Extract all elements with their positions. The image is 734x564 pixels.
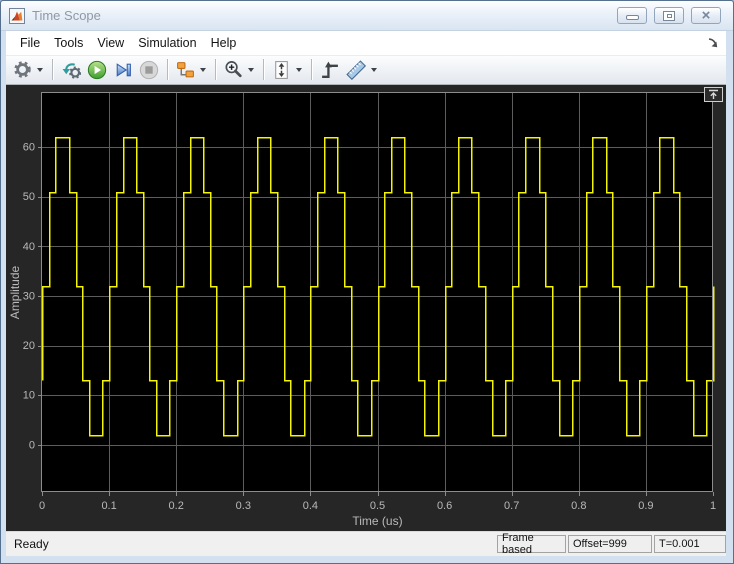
zoom-dropdown-caret[interactable] bbox=[248, 67, 254, 72]
zoom-in-button[interactable] bbox=[221, 58, 258, 82]
gear-icon bbox=[14, 61, 31, 78]
measurements-dropdown-caret[interactable] bbox=[371, 67, 377, 72]
dock-arrow-icon[interactable] bbox=[706, 36, 720, 50]
minimize-icon bbox=[625, 15, 639, 20]
matlab-logo-icon bbox=[9, 7, 25, 24]
y-tick-label: 40 bbox=[23, 240, 35, 252]
toolbar-separator bbox=[167, 59, 168, 81]
x-tick-label: 0.4 bbox=[303, 500, 318, 512]
x-tick-label: 0.2 bbox=[169, 500, 184, 512]
scale-y-axis-icon bbox=[275, 60, 288, 79]
signal-selector-button[interactable] bbox=[173, 58, 210, 82]
cursor-measurements-button[interactable] bbox=[343, 58, 381, 82]
maximize-button[interactable] bbox=[654, 7, 684, 24]
y-tick-label: 20 bbox=[23, 340, 35, 352]
x-tick-label: 0.7 bbox=[504, 500, 519, 512]
triggers-button[interactable] bbox=[317, 58, 343, 82]
status-frame-based: Frame based bbox=[497, 532, 566, 556]
x-tick-label: 0.8 bbox=[571, 500, 586, 512]
minimize-button[interactable] bbox=[617, 7, 647, 24]
menu-simulation[interactable]: Simulation bbox=[131, 32, 203, 54]
scale-axes-button[interactable] bbox=[269, 58, 306, 82]
y-tick-label: 10 bbox=[23, 389, 35, 401]
toolbar-separator bbox=[263, 59, 264, 81]
menu-tools[interactable]: Tools bbox=[47, 32, 90, 54]
toolbar-separator bbox=[52, 59, 53, 81]
menu-file[interactable]: File bbox=[13, 32, 47, 54]
zoom-in-icon bbox=[225, 61, 242, 78]
time-scope-window: Time Scope × File Tools View Simulation … bbox=[0, 0, 734, 564]
titlebar: Time Scope × bbox=[1, 1, 733, 31]
close-button[interactable]: × bbox=[691, 7, 721, 24]
scope-display-panel: 0 0.1 0.2 0.3 0.4 0.5 0.6 0.7 0.8 0.9 1 0 10 20 30 40 50… bbox=[6, 84, 726, 532]
x-tick-label: 0 bbox=[39, 500, 45, 512]
step-back-gear-icon bbox=[62, 63, 81, 79]
step-forward-button[interactable] bbox=[110, 58, 136, 82]
status-offset: Offset=999 bbox=[568, 535, 652, 554]
y-tick-label: 50 bbox=[23, 191, 35, 203]
signal-selector-icon bbox=[177, 62, 194, 78]
maximize-icon bbox=[663, 10, 675, 21]
x-tick-label: 1 bbox=[710, 500, 716, 512]
x-tick-label: 0.9 bbox=[638, 500, 653, 512]
run-button[interactable] bbox=[84, 58, 110, 82]
scale-axes-dropdown-caret[interactable] bbox=[296, 67, 302, 72]
x-tick-label: 0.1 bbox=[101, 500, 116, 512]
toolbar-separator bbox=[311, 59, 312, 81]
trigger-step-icon bbox=[322, 61, 338, 78]
ruler-icon bbox=[346, 59, 366, 80]
x-tick-label: 0.3 bbox=[236, 500, 251, 512]
stop-icon bbox=[139, 60, 159, 79]
status-bar: Ready Frame based Offset=999 T=0.001 bbox=[6, 531, 726, 556]
settings-dropdown-caret[interactable] bbox=[37, 67, 43, 72]
menu-bar: File Tools View Simulation Help bbox=[6, 31, 726, 56]
window-controls: × bbox=[617, 7, 721, 24]
close-icon: × bbox=[701, 6, 711, 24]
x-tick-label: 0.5 bbox=[370, 500, 385, 512]
dock-axes-button[interactable] bbox=[704, 86, 723, 102]
toolbar-separator bbox=[215, 59, 216, 81]
step-back-button[interactable] bbox=[58, 58, 84, 82]
plot-area[interactable] bbox=[42, 92, 713, 492]
run-play-icon bbox=[87, 60, 107, 79]
menu-view[interactable]: View bbox=[90, 32, 131, 54]
signal-selector-dropdown-caret[interactable] bbox=[200, 67, 206, 72]
stop-button[interactable] bbox=[136, 58, 162, 82]
status-sample-time: T=0.001 bbox=[654, 535, 726, 554]
x-axis-label: Time (us) bbox=[352, 514, 402, 528]
y-tick-label: 0 bbox=[29, 439, 35, 451]
x-tick-label: 0.6 bbox=[437, 500, 452, 512]
up-arrow-icon bbox=[709, 89, 718, 99]
menu-help[interactable]: Help bbox=[204, 32, 244, 54]
window-content: File Tools View Simulation Help 0 0.1 0.… bbox=[6, 31, 726, 556]
toolbar bbox=[6, 55, 726, 85]
y-tick-label: 60 bbox=[23, 141, 35, 153]
settings-button[interactable] bbox=[10, 58, 47, 82]
y-axis-label: Amplitude bbox=[8, 265, 22, 319]
status-message: Ready bbox=[14, 537, 49, 552]
window-title: Time Scope bbox=[32, 8, 101, 23]
y-tick-label: 30 bbox=[23, 290, 35, 302]
step-forward-icon bbox=[116, 62, 131, 77]
scope-plot[interactable]: 0 0.1 0.2 0.3 0.4 0.5 0.6 0.7 0.8 0.9 101020304050… bbox=[6, 85, 726, 531]
